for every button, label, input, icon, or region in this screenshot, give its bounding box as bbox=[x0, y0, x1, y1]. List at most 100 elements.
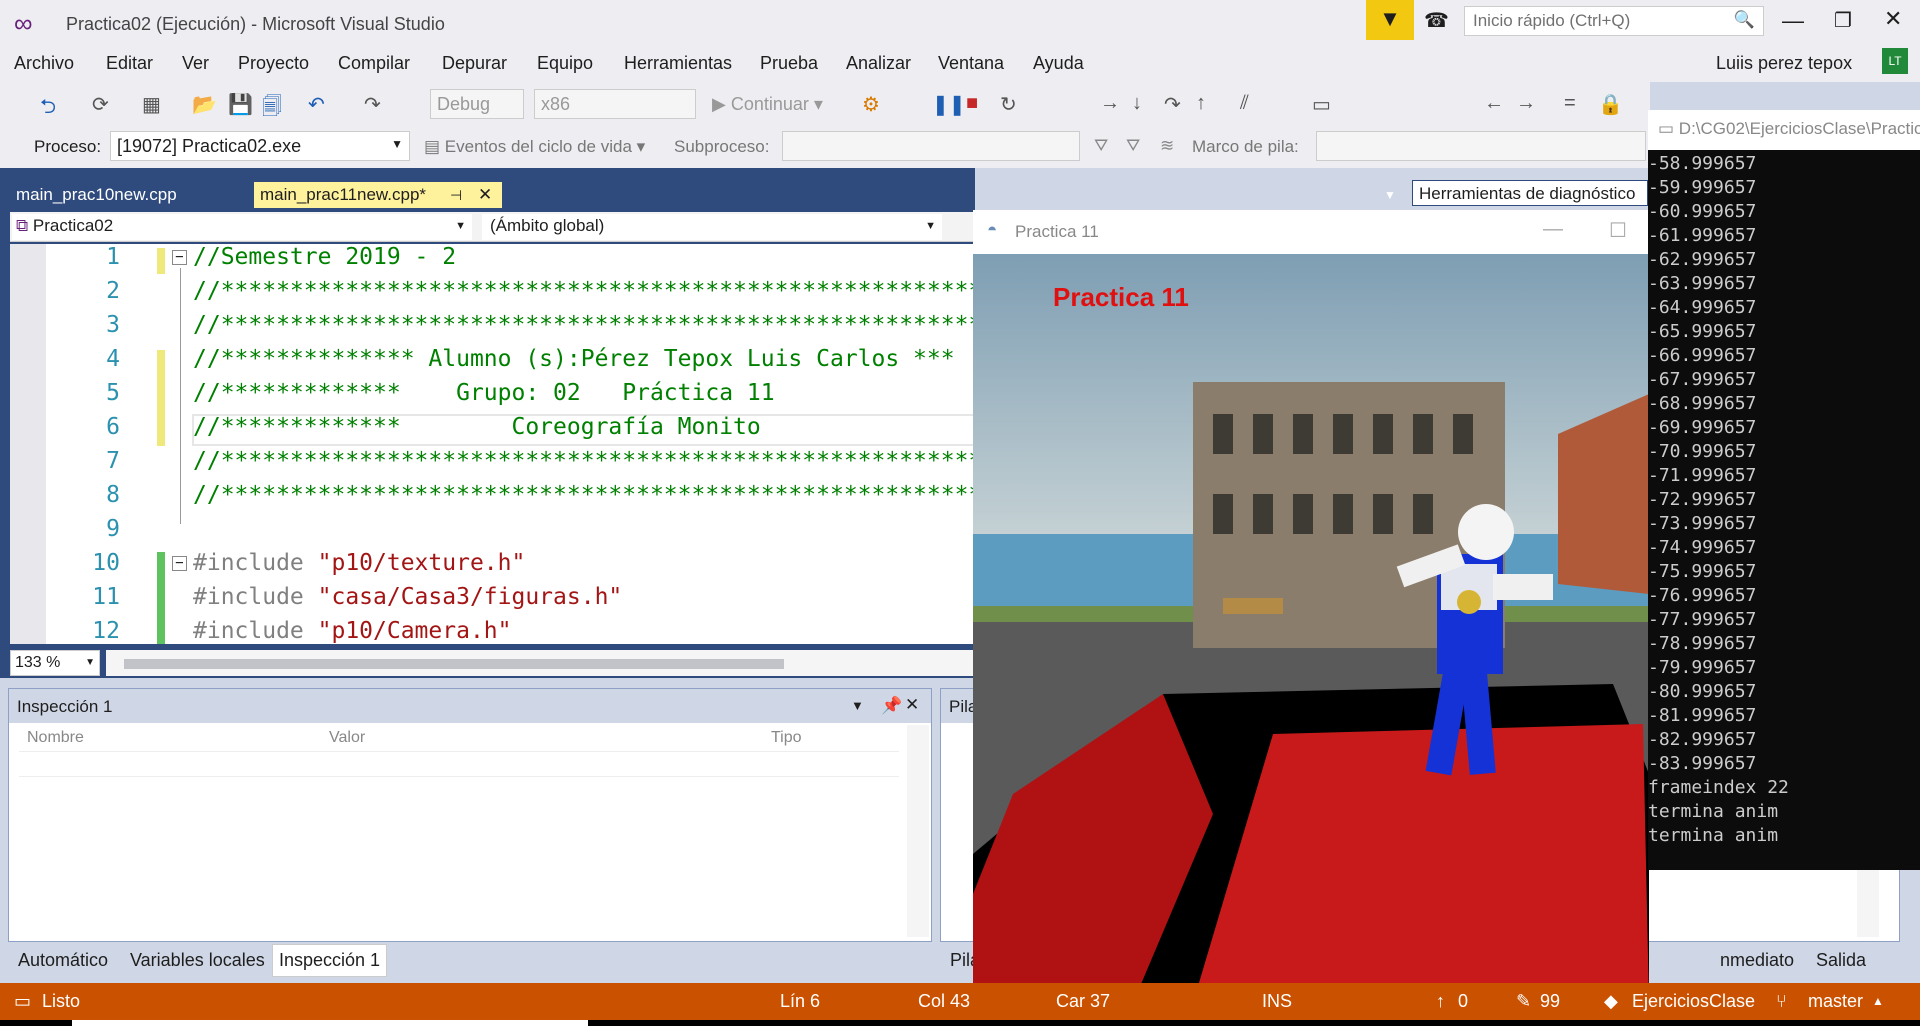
repo-icon[interactable]: ◆ bbox=[1604, 991, 1618, 1012]
column-type[interactable]: Tipo bbox=[771, 729, 802, 747]
push-icon[interactable]: ↑ bbox=[1436, 991, 1445, 1012]
code-text: //************* Grupo: 02 Práctica 11 bbox=[193, 380, 775, 406]
console-line: frameindex 22 bbox=[1648, 777, 1789, 798]
lock-icon[interactable]: 🔒 bbox=[1598, 92, 1623, 117]
equals-icon[interactable]: = bbox=[1564, 92, 1576, 115]
console-line: -62.999657 bbox=[1648, 249, 1757, 270]
step-out-icon[interactable]: ↑ bbox=[1196, 92, 1206, 115]
tab-auto[interactable]: Automático bbox=[18, 950, 108, 971]
column-value[interactable]: Valor bbox=[329, 729, 365, 747]
menu-equipo[interactable]: Equipo bbox=[537, 53, 593, 74]
status-up[interactable]: 0 bbox=[1458, 991, 1468, 1012]
menu-archivo[interactable]: Archivo bbox=[14, 53, 74, 74]
tab-output[interactable]: Salida bbox=[1816, 950, 1866, 971]
branch-icon[interactable]: ⑂ bbox=[1776, 991, 1787, 1012]
scrollbar-thumb[interactable] bbox=[124, 659, 784, 669]
minimize-button[interactable]: — bbox=[1782, 8, 1804, 34]
close-tab-icon[interactable]: ✕ bbox=[478, 185, 492, 205]
save-all-icon[interactable]: 🗐 bbox=[262, 92, 282, 126]
nav-back-icon[interactable]: ← bbox=[1484, 92, 1504, 115]
vertical-scrollbar[interactable] bbox=[907, 725, 929, 937]
hex-display-icon[interactable]: ⫽ bbox=[1240, 92, 1249, 115]
console-line: -59.999657 bbox=[1648, 177, 1757, 198]
code-line: 10 #include "p10/texture.h" bbox=[10, 550, 975, 584]
menu-ayuda[interactable]: Ayuda bbox=[1033, 53, 1084, 74]
maximize-button[interactable]: ❐ bbox=[1834, 8, 1852, 33]
stop-icon[interactable]: ■ bbox=[966, 92, 978, 115]
pause-icon[interactable]: ❚❚ bbox=[932, 92, 966, 117]
menu-compilar[interactable]: Compilar bbox=[338, 53, 410, 74]
line-number: 3 bbox=[106, 312, 120, 338]
menu-ver[interactable]: Ver bbox=[182, 53, 209, 74]
gl-minimize-button[interactable]: — bbox=[1543, 218, 1563, 241]
quick-launch-input[interactable]: Inicio rápido (Ctrl+Q) 🔍 bbox=[1464, 6, 1764, 36]
status-branch[interactable]: master bbox=[1808, 991, 1863, 1012]
tab-main-prac10[interactable]: main_prac10new.cpp bbox=[10, 182, 183, 208]
open-file-icon[interactable]: 📂 bbox=[192, 92, 217, 117]
chevron-up-icon[interactable]: ▲ bbox=[1872, 994, 1884, 1008]
continue-button[interactable]: ▶ Continuar ▾ bbox=[712, 94, 823, 115]
gl-maximize-button[interactable]: ☐ bbox=[1609, 218, 1627, 243]
process-icon[interactable]: ⚙ bbox=[862, 92, 880, 117]
zoom-select[interactable]: 133 % ▼ bbox=[10, 650, 100, 676]
code-keyword: #include bbox=[193, 550, 318, 576]
menu-ventana[interactable]: Ventana bbox=[938, 53, 1004, 74]
watch-row[interactable] bbox=[19, 751, 899, 777]
tab-locals[interactable]: Variables locales bbox=[130, 950, 265, 971]
column-name[interactable]: Nombre bbox=[27, 729, 84, 747]
config-select[interactable]: Debug bbox=[430, 89, 524, 119]
tab-main-prac11[interactable]: main_prac11new.cpp* ⊣ ✕ bbox=[254, 182, 502, 208]
show-next-statement-icon[interactable]: → bbox=[1100, 92, 1120, 115]
undo-icon[interactable]: ↶ bbox=[308, 92, 325, 117]
platform-select[interactable]: x86 bbox=[534, 89, 696, 119]
console-line: termina anim bbox=[1648, 801, 1779, 822]
lifecycle-events-button[interactable]: ▤ Eventos del ciclo de vida ▾ bbox=[424, 137, 645, 157]
menu-herramientas[interactable]: Herramientas bbox=[624, 53, 732, 74]
scope-dropdown[interactable]: (Ámbito global) ▼ bbox=[482, 214, 942, 240]
status-changes[interactable]: 99 bbox=[1540, 991, 1560, 1012]
breakpoints-icon[interactable]: ▭ bbox=[1312, 92, 1331, 117]
project-dropdown[interactable]: ⧉ Practica02 ▼ bbox=[12, 214, 472, 240]
new-project-icon[interactable]: ▦ bbox=[142, 92, 161, 117]
step-into-icon[interactable]: ↓ bbox=[1132, 92, 1142, 115]
menu-depurar[interactable]: Depurar bbox=[442, 53, 507, 74]
close-icon[interactable]: ✕ bbox=[905, 695, 919, 715]
filter-icon[interactable]: ▼ bbox=[1366, 0, 1414, 40]
code-editor[interactable]: − − 1//Semestre 2019 - 2 2//************… bbox=[10, 244, 982, 644]
status-repo[interactable]: EjerciciosClase bbox=[1632, 991, 1755, 1012]
pin-icon[interactable]: 📌 bbox=[881, 696, 902, 716]
chevron-down-icon: ▼ bbox=[85, 657, 95, 668]
save-icon[interactable]: 💾 bbox=[228, 92, 253, 117]
redo-icon[interactable]: ↷ bbox=[364, 92, 381, 117]
process-select[interactable]: [19072] Practica02.exe ▼ bbox=[110, 131, 410, 161]
back-icon[interactable]: ⮌ bbox=[40, 92, 56, 126]
forward-icon[interactable]: ⟳ bbox=[92, 92, 109, 117]
menu-prueba[interactable]: Prueba bbox=[760, 53, 818, 74]
horizontal-scrollbar[interactable] bbox=[106, 650, 976, 676]
stack-frame-select[interactable] bbox=[1316, 131, 1646, 161]
nav-forward-icon[interactable]: → bbox=[1516, 92, 1536, 115]
feedback-icon[interactable]: ☎ bbox=[1424, 8, 1449, 33]
pin-icon[interactable]: ⊣ bbox=[450, 187, 462, 204]
console-line: -63.999657 bbox=[1648, 273, 1757, 294]
clear-filter-icon[interactable]: ⛛ bbox=[1126, 136, 1140, 156]
tab-diagnostic-tools[interactable]: Herramientas de diagnóstico bbox=[1412, 180, 1648, 206]
menu-proyecto[interactable]: Proyecto bbox=[238, 53, 309, 74]
user-avatar[interactable]: LT bbox=[1882, 48, 1908, 74]
user-name[interactable]: Luiis perez tepox bbox=[1716, 53, 1852, 74]
menu-analizar[interactable]: Analizar bbox=[846, 53, 911, 74]
process-label: Proceso: bbox=[34, 137, 102, 156]
tab-immediate[interactable]: nmediato bbox=[1720, 950, 1794, 971]
tab-dropdown-icon[interactable]: ▼ bbox=[1384, 188, 1396, 202]
thread-filter-icon[interactable]: ⛛ bbox=[1094, 136, 1108, 156]
thread-select[interactable] bbox=[782, 131, 1080, 161]
menu-editar[interactable]: Editar bbox=[106, 53, 153, 74]
window-menu-icon[interactable]: ▼ bbox=[851, 698, 864, 713]
close-button[interactable]: ✕ bbox=[1884, 6, 1902, 32]
restart-icon[interactable]: ↻ bbox=[1000, 92, 1017, 117]
tab-watch[interactable]: Inspección 1 bbox=[272, 944, 388, 977]
status-ins: INS bbox=[1262, 991, 1293, 1011]
robot-arm-right bbox=[1493, 574, 1553, 600]
pencil-icon[interactable]: ✎ bbox=[1516, 991, 1531, 1012]
step-over-icon[interactable]: ↷ bbox=[1164, 92, 1181, 117]
